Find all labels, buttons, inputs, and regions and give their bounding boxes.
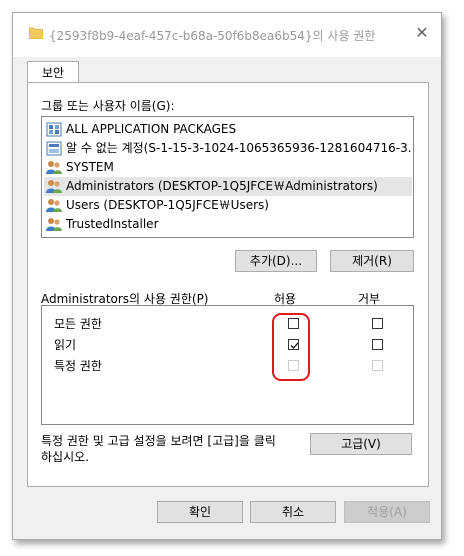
list-item[interactable]: TrustedInstaller bbox=[44, 215, 412, 234]
users-icon bbox=[46, 217, 62, 232]
permission-name: 특정 권한 bbox=[54, 359, 102, 373]
advanced-note-line2: 하십시오. bbox=[41, 450, 89, 464]
permission-row-full-control: 모든 권한 bbox=[54, 314, 102, 334]
tab-security[interactable]: 보안 bbox=[27, 61, 79, 84]
list-item-label: 알 수 없는 계정(S-1-15-3-1024-1065365936-12816… bbox=[66, 141, 412, 155]
list-item-label: Administrators (DESKTOP-1Q5JFCE￦Administ… bbox=[66, 179, 378, 193]
deny-checkbox-full-control[interactable] bbox=[372, 318, 383, 329]
ok-button[interactable]: 확인 bbox=[157, 501, 243, 523]
permissions-list: 모든 권한 읽기 특정 권한 bbox=[41, 305, 414, 425]
close-icon: ✕ bbox=[415, 23, 429, 42]
list-item[interactable]: Users (DESKTOP-1Q5JFCE￦Users) bbox=[44, 196, 412, 215]
package-icon bbox=[46, 122, 62, 137]
list-item[interactable]: SYSTEM bbox=[44, 158, 412, 177]
list-item-label: SYSTEM bbox=[66, 160, 114, 174]
list-item-label: ALL APPLICATION PACKAGES bbox=[66, 122, 237, 136]
list-item[interactable]: 알 수 없는 계정(S-1-15-3-1024-1065365936-12816… bbox=[44, 139, 412, 158]
add-button[interactable]: 추가(D)... bbox=[235, 250, 317, 272]
list-item-label: TrustedInstaller bbox=[66, 217, 159, 231]
permission-row-read: 읽기 bbox=[54, 335, 76, 355]
list-item[interactable]: ALL APPLICATION PACKAGES bbox=[44, 120, 412, 139]
cancel-button[interactable]: 취소 bbox=[250, 501, 336, 523]
security-panel: 그룹 또는 사용자 이름(G): ALL APPLICATION PACKAGE… bbox=[27, 82, 429, 487]
folder-icon bbox=[28, 27, 44, 40]
deny-checkbox-read[interactable] bbox=[372, 339, 383, 350]
permission-name: 모든 권한 bbox=[54, 317, 102, 331]
users-icon bbox=[46, 198, 62, 213]
group-list-label: 그룹 또는 사용자 이름(G): bbox=[41, 99, 175, 113]
advanced-note-line1: 특정 권한 및 고급 설정을 보려면 [고급]을 클릭 bbox=[41, 434, 276, 448]
permissions-dialog: {2593f8b9-4eaf-457c-b68a-50f6b8ea6b54}의 … bbox=[12, 12, 442, 540]
permission-name: 읽기 bbox=[54, 338, 77, 352]
deny-checkbox-special bbox=[372, 360, 383, 371]
highlight-oval bbox=[272, 313, 310, 381]
window-title: {2593f8b9-4eaf-457c-b68a-50f6b8ea6b54}의 … bbox=[49, 29, 376, 43]
users-icon bbox=[46, 160, 62, 175]
title-bar: {2593f8b9-4eaf-457c-b68a-50f6b8ea6b54}의 … bbox=[13, 13, 441, 57]
list-item[interactable]: Administrators (DESKTOP-1Q5JFCE￦Administ… bbox=[44, 177, 412, 196]
permission-row-special: 특정 권한 bbox=[54, 356, 102, 376]
apply-button: 적용(A) bbox=[344, 501, 430, 523]
advanced-button[interactable]: 고급(V) bbox=[310, 433, 412, 455]
remove-button[interactable]: 제거(R) bbox=[330, 250, 414, 272]
group-user-listbox[interactable]: ALL APPLICATION PACKAGES 알 수 없는 계정(S-1-1… bbox=[41, 116, 414, 238]
users-icon bbox=[46, 179, 62, 194]
close-button[interactable]: ✕ bbox=[407, 21, 437, 45]
unknown-account-icon bbox=[46, 141, 62, 156]
list-item-label: Users (DESKTOP-1Q5JFCE￦Users) bbox=[66, 198, 269, 212]
